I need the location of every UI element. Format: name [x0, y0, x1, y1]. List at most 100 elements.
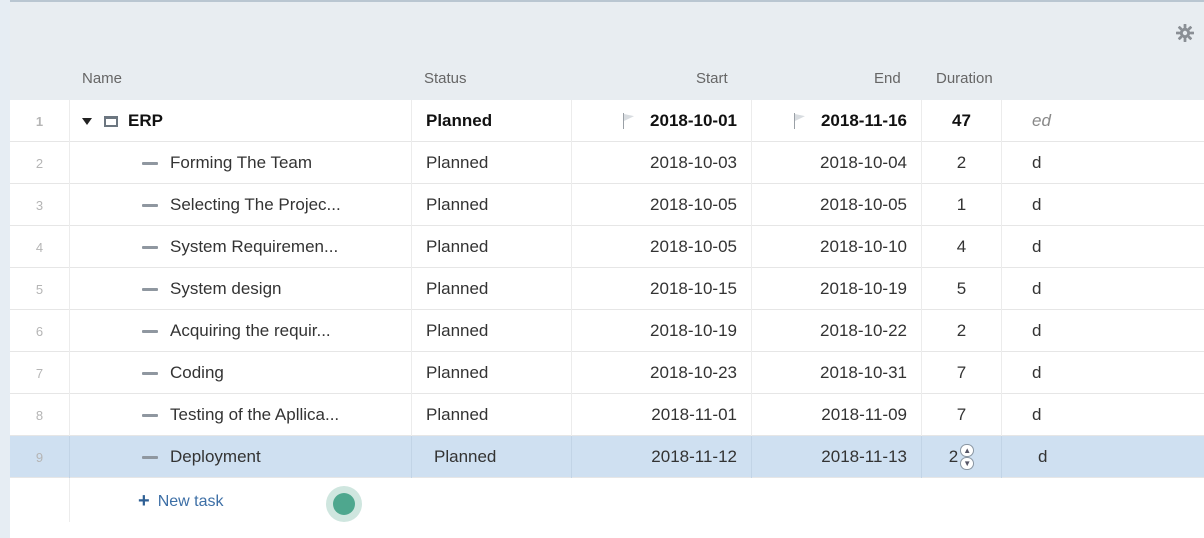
task-name-cell[interactable]: Testing of the Apllica...: [70, 394, 412, 436]
table-row[interactable]: 4 System Requiremen... Planned 2018-10-0…: [10, 226, 1204, 268]
task-bar-icon: [142, 203, 158, 207]
status-cell[interactable]: Planned: [412, 310, 572, 352]
end-cell[interactable]: 2018-10-22: [752, 310, 922, 352]
row-number: 8: [10, 394, 70, 436]
status-cell[interactable]: Planned: [412, 100, 572, 142]
end-cell[interactable]: 2018-10-10: [752, 226, 922, 268]
row-number: 9: [10, 436, 70, 478]
new-task-button[interactable]: + New task: [138, 490, 223, 513]
task-name-cell[interactable]: System Requiremen...: [70, 226, 412, 268]
stepper-up-icon[interactable]: ▲: [960, 444, 975, 457]
duration-cell[interactable]: 47: [922, 100, 1002, 142]
flag-icon: [622, 113, 636, 129]
end-cell[interactable]: 2018-10-19: [752, 268, 922, 310]
task-name: Forming The Team: [170, 153, 313, 172]
duration-unit-cell: d: [1038, 447, 1048, 466]
task-bar-icon: [142, 287, 158, 291]
row-number: 5: [10, 268, 70, 310]
table-row[interactable]: 3 Selecting The Projec... Planned 2018-1…: [10, 184, 1204, 226]
duration-cell[interactable]: 1: [922, 184, 1002, 226]
status-cell[interactable]: Planned: [412, 142, 572, 184]
duration-unit-cell: d: [1032, 195, 1042, 214]
column-header-end[interactable]: End: [874, 70, 901, 87]
task-name: Selecting The Projec...: [170, 195, 341, 214]
table-row[interactable]: 5 System design Planned 2018-10-15 2018-…: [10, 268, 1204, 310]
duration-editor[interactable]: 2 ▲ ▼: [922, 436, 1002, 478]
table-row[interactable]: 8 Testing of the Apllica... Planned 2018…: [10, 394, 1204, 436]
duration-unit-cell: ed: [1032, 111, 1051, 130]
table-row[interactable]: 6 Acquiring the requir... Planned 2018-1…: [10, 310, 1204, 352]
task-bar-icon: [142, 329, 158, 333]
task-name: Testing of the Apllica...: [170, 405, 340, 424]
task-bar-icon: [142, 245, 158, 249]
start-cell[interactable]: 2018-10-01: [572, 100, 752, 142]
duration-cell[interactable]: 2: [922, 310, 1002, 352]
status-cell[interactable]: Planned: [412, 352, 572, 394]
folder-icon: [104, 115, 118, 127]
start-cell[interactable]: 2018-10-05: [572, 184, 752, 226]
row-number: 3: [10, 184, 70, 226]
column-header-status[interactable]: Status: [424, 70, 467, 87]
duration-unit-cell: d: [1032, 321, 1042, 340]
caret-down-icon[interactable]: [82, 117, 92, 125]
end-cell[interactable]: 2018-10-04: [752, 142, 922, 184]
end-cell[interactable]: 2018-11-16: [752, 100, 922, 142]
duration-unit-cell: d: [1032, 237, 1042, 256]
task-name: Coding: [170, 363, 224, 382]
task-name-cell[interactable]: Deployment: [70, 436, 412, 478]
status-cell[interactable]: Planned: [412, 226, 572, 268]
table-row-summary[interactable]: 1 ERP Planned 2018-10-01 2018-11-16 47 e…: [10, 100, 1204, 142]
start-cell[interactable]: 2018-10-15: [572, 268, 752, 310]
duration-cell[interactable]: 7: [922, 394, 1002, 436]
task-name-cell[interactable]: Acquiring the requir...: [70, 310, 412, 352]
status-cell[interactable]: Planned: [412, 394, 572, 436]
task-name-cell[interactable]: ERP: [70, 100, 412, 142]
duration-cell[interactable]: 4: [922, 226, 1002, 268]
duration-cell[interactable]: 2: [922, 142, 1002, 184]
duration-input[interactable]: 2: [949, 447, 958, 467]
task-bar-icon: [142, 455, 158, 459]
task-name-cell[interactable]: Selecting The Projec...: [70, 184, 412, 226]
duration-stepper[interactable]: ▲ ▼: [960, 444, 975, 470]
end-cell[interactable]: 2018-11-09: [752, 394, 922, 436]
end-cell[interactable]: 2018-10-05: [752, 184, 922, 226]
row-number: 2: [10, 142, 70, 184]
start-cell[interactable]: 2018-10-03: [572, 142, 752, 184]
end-cell[interactable]: 2018-11-13: [752, 436, 922, 478]
start-cell[interactable]: 2018-10-23: [572, 352, 752, 394]
row-number-column: [10, 478, 70, 522]
gear-icon[interactable]: [1172, 20, 1198, 46]
task-name-cell[interactable]: Coding: [70, 352, 412, 394]
column-header-name[interactable]: Name: [82, 70, 122, 87]
status-cell[interactable]: Planned: [412, 184, 572, 226]
duration-unit-cell: d: [1032, 363, 1042, 382]
duration-unit-cell: d: [1032, 405, 1042, 424]
new-task-row: + New task: [10, 478, 1204, 522]
table-row[interactable]: 7 Coding Planned 2018-10-23 2018-10-31 7…: [10, 352, 1204, 394]
duration-cell[interactable]: 7: [922, 352, 1002, 394]
plus-icon: +: [138, 490, 150, 512]
task-name-cell[interactable]: System design: [70, 268, 412, 310]
task-name-cell[interactable]: Forming The Team: [70, 142, 412, 184]
table-row[interactable]: 2 Forming The Team Planned 2018-10-03 20…: [10, 142, 1204, 184]
column-header-row: Name Status Start End Duration: [10, 60, 1204, 98]
task-bar-icon: [142, 161, 158, 165]
duration-unit-cell: d: [1032, 279, 1042, 298]
column-header-duration[interactable]: Duration: [936, 70, 993, 87]
stepper-down-icon[interactable]: ▼: [960, 457, 975, 470]
start-cell[interactable]: 2018-11-12: [572, 436, 752, 478]
task-name: System design: [170, 279, 282, 298]
start-cell[interactable]: 2018-10-19: [572, 310, 752, 352]
status-cell[interactable]: Planned: [412, 436, 572, 478]
flag-icon: [793, 113, 807, 129]
duration-unit-cell: d: [1032, 153, 1042, 172]
row-number: 1: [10, 100, 70, 142]
status-cell[interactable]: Planned: [412, 268, 572, 310]
table-row-selected[interactable]: 9 Deployment Planned 2018-11-12 2018-11-…: [10, 436, 1204, 478]
duration-cell[interactable]: 5: [922, 268, 1002, 310]
column-header-start[interactable]: Start: [696, 70, 728, 87]
end-cell[interactable]: 2018-10-31: [752, 352, 922, 394]
start-cell[interactable]: 2018-11-01: [572, 394, 752, 436]
start-cell[interactable]: 2018-10-05: [572, 226, 752, 268]
task-name: ERP: [128, 111, 163, 130]
